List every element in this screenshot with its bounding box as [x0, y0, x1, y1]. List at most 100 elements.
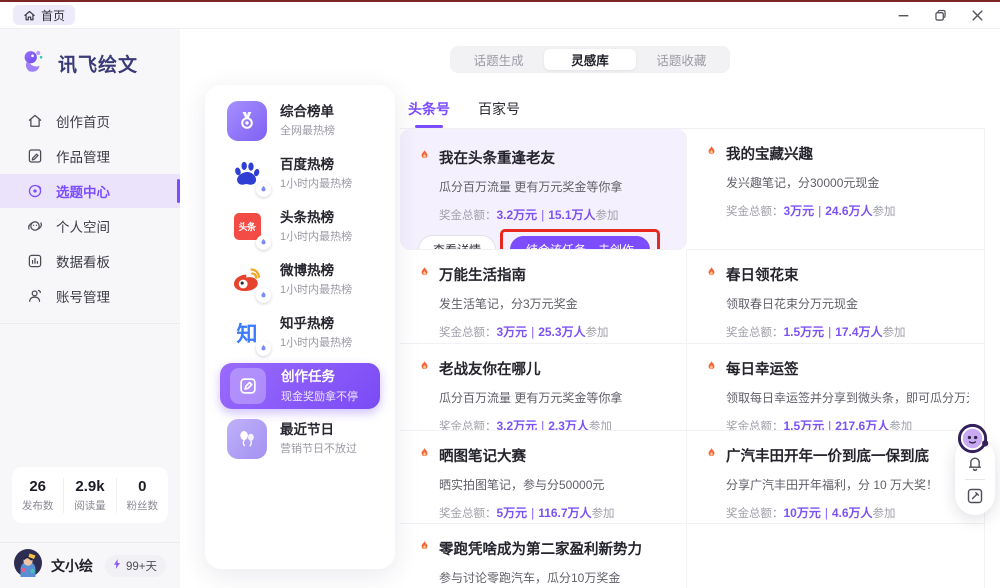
prize-separator: | [531, 508, 535, 520]
hotlist-item-title: 百度热榜 [280, 156, 334, 172]
sidebar-item-1[interactable]: 作品管理 [0, 139, 180, 173]
hotlist-item-4[interactable]: 知 知乎热榜 1小时内最热榜 [205, 306, 395, 359]
flame-icon [705, 360, 718, 378]
sidebar-item-0[interactable]: 创作首页 [0, 104, 180, 138]
task-card-title: 万能生活指南 [439, 268, 526, 284]
segment-1[interactable]: 灵感库 [544, 49, 636, 70]
task-card-3[interactable]: 春日领花束 领取春日花束分万元现金 奖金总额：1.5万元 | 17.4万人参加 [687, 250, 985, 344]
hotlist-item-title: 知乎热榜 [280, 315, 334, 331]
prize-separator: | [541, 210, 545, 222]
prize-label: 奖金总额： [726, 206, 784, 218]
home-icon [23, 9, 36, 22]
participants-count: 4.6万人 [831, 506, 873, 520]
hotlist-item-subtitle: 1小时内最热榜 [280, 231, 353, 244]
ai-assistant-icon[interactable] [956, 421, 991, 456]
membership-badge: 99+天 [104, 554, 166, 577]
sidebar-item-3[interactable]: 个人空间 [0, 209, 180, 243]
task-card-0[interactable]: 我在头条重逢老友瓜分百万流量 更有万元奖金等你拿奖金总额：3.2万元 | 15.1万… [400, 129, 687, 250]
view-details-button[interactable]: 查看详情 [418, 235, 497, 249]
participants-count: 15.1万人 [548, 208, 596, 222]
top-edge-strip [0, 0, 1000, 2]
stat-label: 粉丝数 [126, 499, 159, 512]
task-card-desc: 发兴趣笔记，分30000元现金 [726, 176, 880, 190]
sidebar-item-4[interactable]: 数据看板 [0, 244, 180, 278]
participants-count: 24.6万人 [825, 204, 873, 218]
sidebar-divider [0, 323, 180, 324]
toutiao-logo: 头条 [233, 213, 261, 240]
participants-count: 217.6万人 [835, 419, 890, 431]
task-cards-grid: 我在头条重逢老友 瓜分百万流量 更有万元奖金等你拿 奖金总额：3.2万元 | 15.1万… [400, 129, 985, 588]
task-card-prize: 奖金总额：10万元 | 4.6万人参加 [726, 504, 969, 521]
task-card-title: 春日领花束 [726, 268, 799, 284]
zhihu-logo: 知 [236, 321, 258, 346]
sidebar-item-label: 数据看板 [56, 255, 110, 270]
dashboard-icon [26, 252, 44, 270]
prize-amount: 1.5万元 [783, 325, 825, 339]
task-card-desc: 参与讨论零跑汽车，瓜分10万奖金 [439, 571, 621, 585]
segment-0[interactable]: 话题生成 [453, 49, 544, 70]
hotlist-item-subtitle: 1小时内最热榜 [280, 284, 353, 297]
task-card-prize: 奖金总额：3.2万元 | 15.1万人参加 [439, 206, 670, 223]
prize-separator: | [824, 508, 828, 520]
sidebar-item-2[interactable]: 选题中心 [0, 174, 180, 208]
prize-separator: | [818, 206, 822, 218]
task-card-desc: 分享广汽丰田开年福利，分 10 万大奖！ [726, 478, 939, 492]
hotlist-item-5[interactable]: 创作任务 现金奖励拿不停 [220, 363, 380, 409]
hot-badge-flame-icon [256, 287, 271, 303]
task-card-4[interactable]: 老战友你在哪儿瓜分百万流量 更有万元奖金等你拿奖金总额：3.2万元 | 2.3万人参… [400, 344, 687, 431]
tab-1[interactable]: 百家号 [478, 99, 520, 128]
task-card-desc: 瓜分百万流量 更有万元奖金等你拿 [439, 391, 623, 405]
prize-separator: | [541, 421, 545, 431]
task-card-title: 我在头条重逢老友 [439, 151, 555, 167]
restore-button[interactable] [934, 9, 947, 22]
user-profile-bar[interactable]: 文小绘 99+天 [0, 542, 180, 588]
task-icon-box [230, 368, 266, 404]
hotlist-item-6[interactable]: 最近节日营销节日不放过 [205, 412, 395, 465]
task-card-title: 老战友你在哪儿 [439, 362, 541, 378]
tab-0[interactable]: 头条号 [408, 99, 450, 128]
participate-suffix: 参加 [882, 327, 906, 339]
task-card-desc: 晒实拍图笔记，参与分50000元 [439, 478, 605, 492]
home-tab[interactable]: 首页 [13, 5, 76, 25]
hotlist-item-1[interactable]: 百度热榜 1小时内最热榜 [205, 147, 395, 200]
prize-label: 奖金总额： [439, 327, 497, 339]
task-card-8[interactable]: 零跑凭啥成为第二家盈利新势力 参与讨论零跑汽车，瓜分10万奖金 [400, 524, 687, 588]
hotlist-item-subtitle: 现金奖励拿不停 [281, 390, 358, 403]
compose-icon[interactable] [965, 486, 985, 506]
task-pen-icon [228, 366, 268, 406]
hotlist-item-subtitle: 营销节日不放过 [280, 443, 357, 456]
create-with-task-button[interactable]: 结合该任务，去创作 [510, 236, 651, 249]
task-card-7[interactable]: 广汽丰田开年一价到底一保到底 分享广汽丰田开年福利，分 10 万大奖！ 奖金总额：1… [687, 431, 985, 524]
sidebar-item-label: 创作首页 [56, 115, 110, 130]
stat-1: 2.9k 阅读量 [63, 477, 115, 513]
flame-icon [418, 360, 431, 378]
hotlist-item-title: 最近节日 [280, 421, 334, 437]
app-logo: 讯飞绘文 [0, 29, 180, 82]
hotlist-item-0[interactable]: 综合榜单 全网最热榜 [205, 94, 395, 147]
task-card-prize: 奖金总额：3.2万元 | 2.3万人参加 [439, 417, 670, 431]
flame-icon [705, 447, 718, 465]
task-card-5[interactable]: 每日幸运签领取每日幸运签并分享到微头条，即可瓜分万元现金奖励奖金总额：1.5万元… [687, 344, 985, 431]
minimize-button[interactable] [897, 9, 910, 22]
hot-badge-flame-icon [256, 234, 271, 250]
hotlist-item-subtitle: 全网最热榜 [280, 125, 335, 138]
task-card-title: 零跑凭啥成为第二家盈利新势力 [439, 542, 642, 558]
mode-segmented-control: 话题生成 灵感库 话题收藏 [450, 46, 730, 73]
hotlist-item-3[interactable]: 微博热榜 1小时内最热榜 [205, 253, 395, 306]
close-button[interactable] [971, 9, 984, 22]
task-card-desc: 瓜分百万流量 更有万元奖金等你拿 [439, 180, 623, 194]
sidebar-item-label: 作品管理 [56, 150, 110, 165]
stat-value: 0 [138, 477, 147, 495]
prize-label: 奖金总额： [726, 421, 784, 431]
task-card-2[interactable]: 万能生活指南 发生活笔记，分3万元奖金 奖金总额：3万元 | 25.3万人参加 [400, 250, 687, 344]
segment-2[interactable]: 话题收藏 [636, 49, 727, 70]
task-card-1[interactable]: 我的宝藏兴趣 发兴趣笔记，分30000元现金 奖金总额：3万元 | 24.6万人参加 [687, 129, 985, 250]
task-card-desc: 领取每日幸运签并分享到微头条，即可瓜分万元现金奖励 [726, 391, 969, 405]
flame-icon [705, 145, 718, 163]
flame-icon [705, 266, 718, 284]
festival-balloons-icon [227, 418, 267, 459]
sidebar-item-5[interactable]: 账号管理 [0, 279, 180, 313]
hotlist-item-2[interactable]: 头条 头条热榜 1小时内最热榜 [205, 200, 395, 253]
task-card-6[interactable]: 晒图笔记大赛 晒实拍图笔记，参与分50000元 奖金总额：5万元 | 116.7万人参加 [400, 431, 687, 524]
avatar [14, 549, 42, 582]
